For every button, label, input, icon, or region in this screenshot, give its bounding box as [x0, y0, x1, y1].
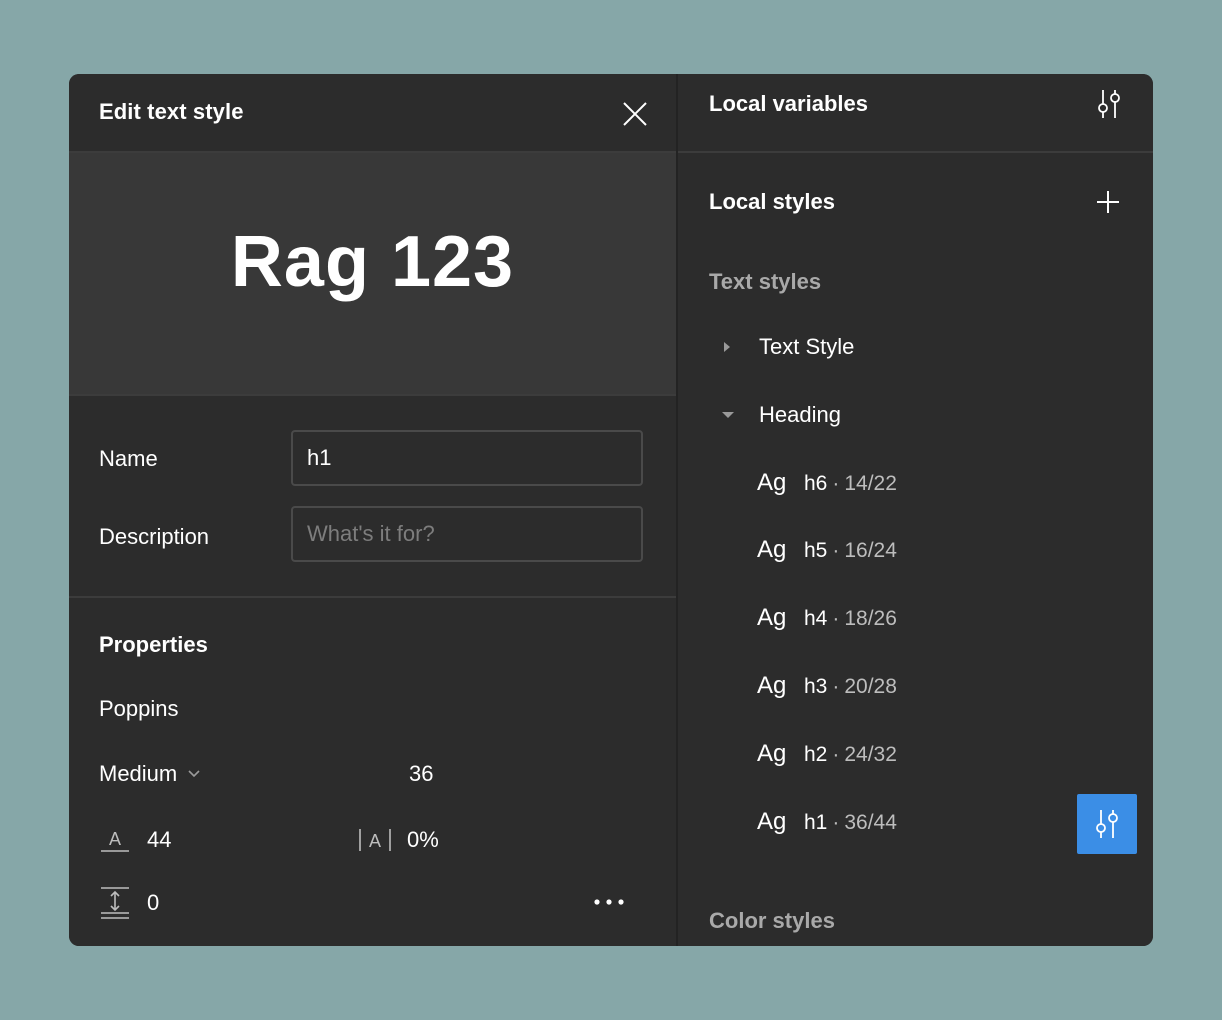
local-variables-title: Local variables [709, 91, 868, 116]
more-options-button[interactable] [589, 889, 629, 915]
name-input[interactable] [291, 430, 643, 486]
font-size-input[interactable]: 36 [409, 761, 433, 787]
style-item-h4[interactable]: Ag h4 · 18/26 [757, 604, 897, 632]
style-preview-glyph: Ag [757, 469, 787, 496]
style-preview-glyph: Ag [757, 672, 787, 699]
style-item-h6[interactable]: Ag h6 · 14/22 [757, 469, 897, 497]
paragraph-spacing-icon [101, 887, 129, 919]
properties-title: Properties [99, 632, 208, 657]
letter-spacing-field[interactable]: A 0% [357, 824, 439, 856]
add-style-button[interactable] [1096, 190, 1120, 214]
close-button[interactable] [619, 98, 651, 130]
style-separator: · [832, 472, 840, 495]
plus-icon [1097, 191, 1119, 213]
style-separator: · [832, 675, 840, 698]
local-styles-title: Local styles [709, 189, 835, 214]
svg-text:A: A [369, 831, 381, 851]
style-size: 36/44 [844, 811, 897, 834]
fields-divider [69, 596, 676, 598]
text-style-editor-window: Edit text style Rag 123 Name Description… [69, 74, 1153, 946]
style-name: h5 [804, 539, 828, 562]
style-name: h1 [804, 811, 828, 834]
description-input[interactable] [291, 506, 643, 562]
edit-style-button[interactable] [1077, 794, 1137, 854]
style-name: h6 [804, 472, 828, 495]
style-separator: · [832, 743, 840, 766]
name-label: Name [99, 446, 158, 471]
line-height-value: 44 [147, 827, 172, 852]
style-name: h2 [804, 743, 828, 766]
style-item-h5[interactable]: Ag h5 · 16/24 [757, 536, 897, 564]
edit-text-style-panel: Edit text style Rag 123 Name Description… [69, 74, 676, 946]
close-icon [623, 102, 647, 126]
style-size: 20/28 [844, 675, 897, 698]
style-preview-glyph: Ag [757, 536, 787, 563]
style-separator: · [832, 607, 840, 630]
style-size: 16/24 [844, 539, 897, 562]
text-preview: Rag 123 [69, 153, 676, 395]
paragraph-spacing-field[interactable]: 0 [99, 886, 159, 920]
style-name: h3 [804, 675, 828, 698]
adjust-sliders-icon [1098, 90, 1120, 118]
color-styles-heading: Color styles [709, 908, 835, 933]
font-family-picker[interactable]: Poppins [99, 696, 179, 722]
svg-text:A: A [109, 829, 121, 849]
font-weight-value: Medium [99, 761, 178, 786]
preview-sample-text: Rag 123 [230, 222, 515, 302]
group-label: Text Style [759, 334, 855, 359]
style-preview-glyph: Ag [757, 740, 787, 767]
style-item-h3[interactable]: Ag h3 · 20/28 [757, 672, 897, 700]
preview-divider [69, 394, 676, 396]
style-separator: · [832, 539, 840, 562]
line-height-icon: A [101, 829, 129, 852]
style-name: h4 [804, 607, 828, 630]
style-separator: · [832, 811, 840, 834]
paragraph-spacing-value: 0 [147, 890, 160, 915]
line-height-field[interactable]: A 44 [99, 824, 171, 856]
style-item-h2[interactable]: Ag h2 · 24/32 [757, 740, 897, 768]
style-item-h1[interactable]: Ag h1 · 36/44 [757, 808, 897, 836]
caret-right-icon [724, 342, 730, 352]
local-variables-button[interactable] [1095, 88, 1123, 125]
caret-down-icon [722, 412, 734, 418]
style-preview-glyph: Ag [757, 604, 787, 631]
more-icon [594, 899, 624, 905]
group-text-style[interactable]: Text Style [718, 334, 854, 360]
description-label: Description [99, 524, 210, 549]
right-header-divider [678, 151, 1153, 153]
style-size: 24/32 [844, 743, 897, 766]
text-styles-heading: Text styles [709, 269, 822, 294]
style-preview-glyph: Ag [757, 808, 787, 835]
letter-spacing-icon: A [359, 829, 391, 851]
group-label: Heading [759, 402, 841, 427]
letter-spacing-value: 0% [407, 827, 439, 852]
chevron-down-icon [188, 770, 200, 778]
group-heading[interactable]: Heading [718, 402, 841, 428]
font-weight-dropdown[interactable]: Medium [99, 761, 201, 787]
style-size: 14/22 [844, 472, 897, 495]
edit-text-style-title: Edit text style [99, 99, 244, 124]
styles-panel: Local variables Local styles Text styles… [678, 74, 1153, 946]
style-size: 18/26 [844, 607, 897, 630]
adjust-sliders-icon [1096, 810, 1118, 838]
